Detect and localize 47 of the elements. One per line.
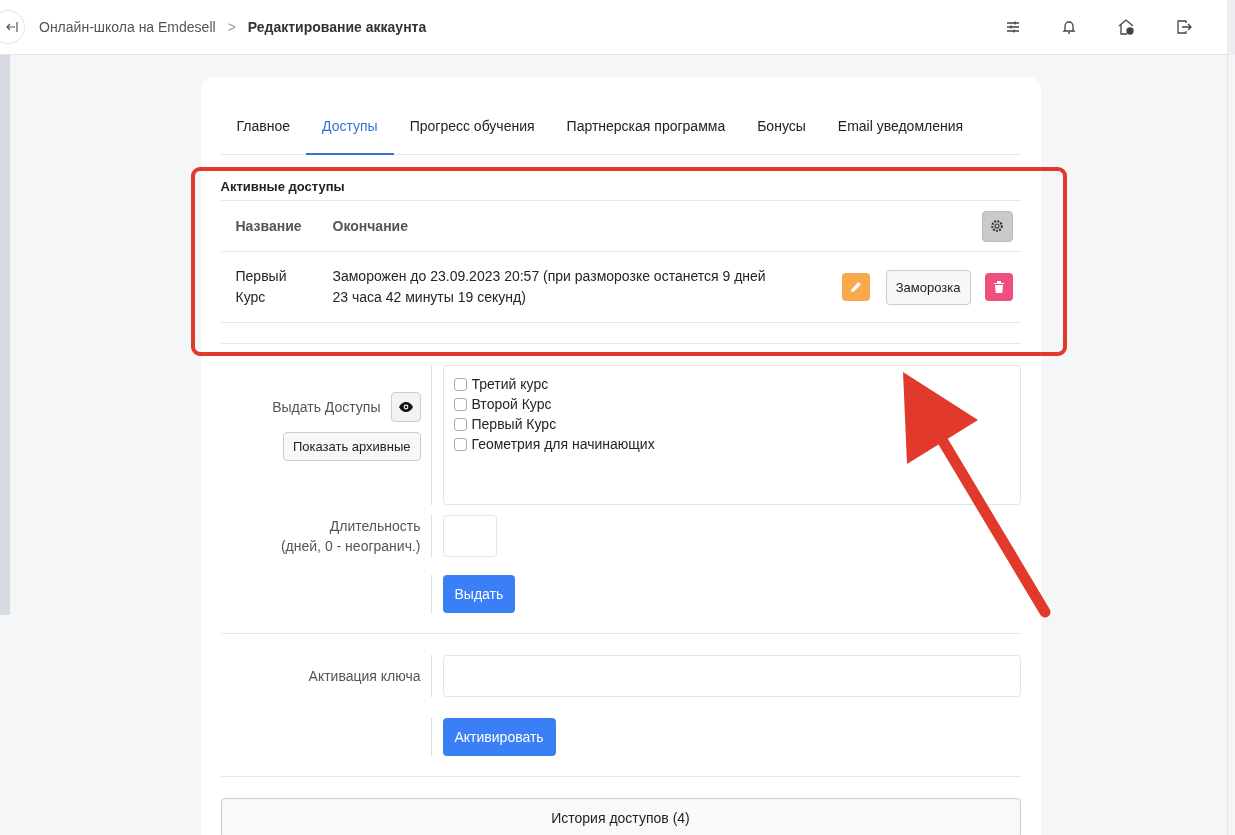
settings-icon [990, 219, 1004, 233]
field-label: Длительность [329, 517, 421, 536]
checkbox[interactable] [453, 437, 467, 451]
eye-icon [398, 402, 413, 412]
edit-button[interactable] [841, 273, 870, 301]
settings-button[interactable] [981, 210, 1013, 242]
delete-button[interactable] [984, 273, 1013, 301]
tab[interactable]: Бонусы [741, 118, 822, 155]
tab[interactable]: Партнерская программа [550, 118, 742, 155]
breadcrumb-link[interactable]: Онлайн-школа на Emdesell [39, 19, 216, 35]
pencil-icon [848, 280, 863, 294]
checkbox-label: Геометрия для начинающих [471, 436, 655, 452]
back-button[interactable] [0, 10, 25, 44]
key-input[interactable] [442, 655, 1021, 697]
logout-icon [1175, 18, 1193, 36]
bell-icon [1061, 19, 1077, 35]
freeze-button[interactable]: Заморозка [885, 269, 971, 305]
checkbox-label: Третий курс [471, 376, 549, 392]
field-label: Активация ключа [308, 668, 421, 684]
tab[interactable]: Доступы [306, 118, 394, 155]
history-button[interactable]: История доступов (4) [220, 798, 1021, 835]
page-title: Редактирование аккаунта [247, 19, 427, 35]
column-header: Название [234, 218, 303, 234]
tab[interactable]: Главное [220, 118, 306, 155]
tab[interactable]: Прогресс обучения [393, 118, 551, 155]
activate-button[interactable]: Активировать [442, 718, 556, 756]
field-label: Выдать Доступы [272, 399, 381, 415]
duration-input[interactable] [442, 515, 497, 557]
end-date-cell-text: Заморожен до 23.09.2023 20:57 (при разморозке останется 9 дней 23 часа 42 минуты 19 секунд) [332, 267, 767, 307]
checkbox-label: Второй Курс [471, 396, 552, 412]
filter-sliders-icon [1005, 19, 1021, 35]
show-button[interactable] [390, 392, 421, 422]
back-arrow-icon [6, 21, 18, 33]
column-header: Окончание [332, 218, 409, 234]
show-archived-button[interactable]: Показать архивные [282, 432, 421, 461]
grant-button[interactable]: Выдать [442, 575, 516, 613]
course-name-cell-text: Первый Курс [234, 267, 288, 307]
checkbox[interactable] [453, 377, 467, 391]
checkbox-label: Первый Курс [471, 416, 557, 432]
field-hint: (дней, 0 - неогранич.) [280, 537, 421, 556]
section-title: Активные доступы [220, 155, 1021, 201]
checkbox[interactable] [453, 397, 467, 411]
breadcrumb-separator: > [227, 19, 236, 35]
tab[interactable]: Email уведомления [821, 118, 980, 155]
trash-icon [992, 280, 1005, 294]
house-icon [1117, 18, 1135, 36]
checkbox[interactable] [453, 417, 467, 431]
